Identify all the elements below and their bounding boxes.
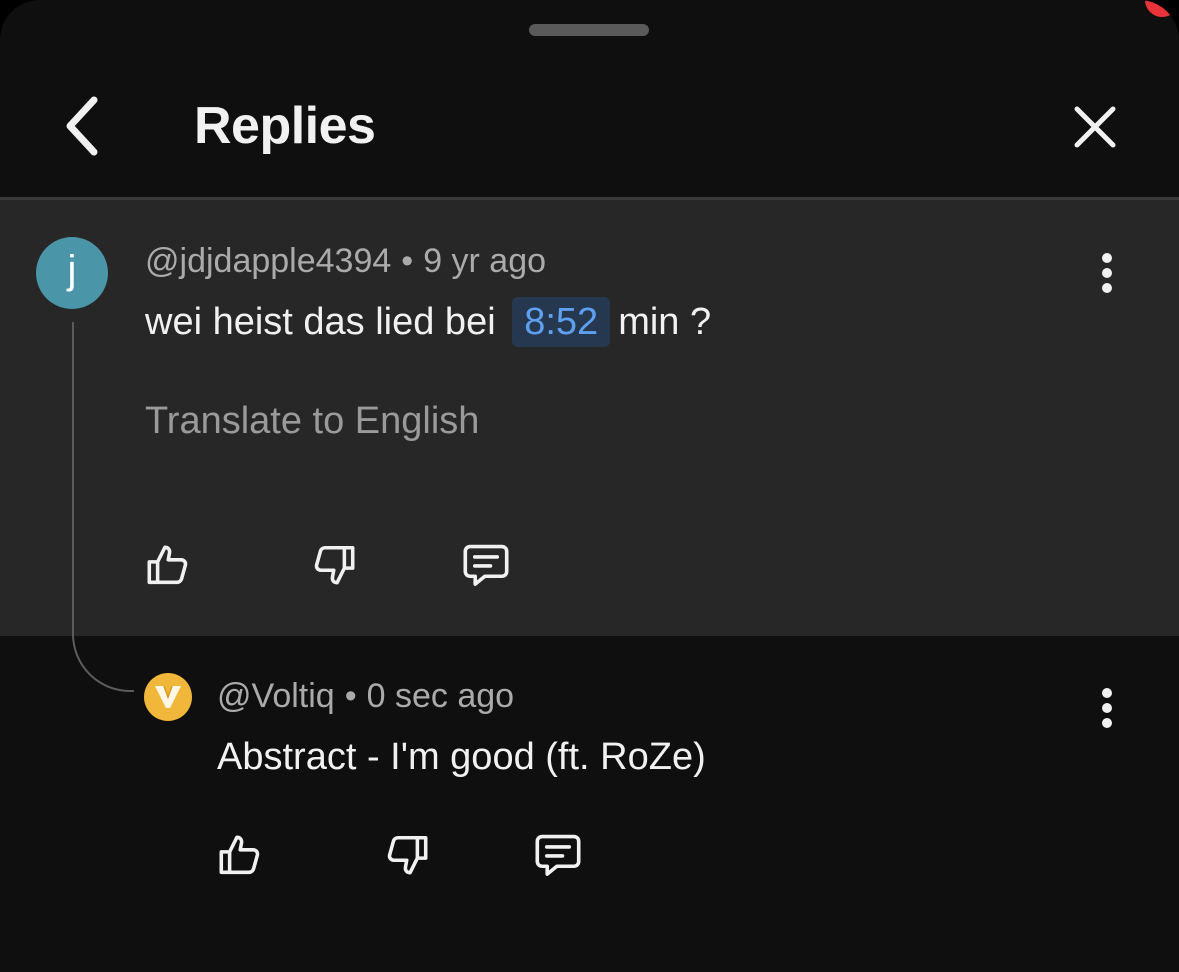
reply-author[interactable]: @Voltiq	[217, 677, 335, 715]
reply-reply-button[interactable]	[528, 825, 588, 885]
drag-handle[interactable]	[529, 24, 649, 36]
more-vertical-icon	[1102, 253, 1112, 293]
more-vertical-icon	[1102, 688, 1112, 728]
thumb-up-icon	[147, 545, 188, 585]
reply-dislike-button[interactable]	[378, 825, 438, 885]
comment-text-after: min ?	[618, 301, 712, 343]
parent-comment-text: wei heist das lied bei 8:52 min ?	[145, 297, 711, 347]
notification-dot	[1145, 0, 1179, 17]
thumb-down-icon	[314, 545, 355, 585]
comment-icon	[463, 544, 509, 586]
reply-meta: @Voltiq • 0 sec ago	[217, 674, 514, 718]
voltiq-logo-icon	[155, 685, 181, 708]
timestamp-link[interactable]: 8:52	[512, 297, 611, 347]
reply-more-button[interactable]	[1087, 678, 1127, 738]
reply-text: Abstract - I'm good (ft. RoZe)	[217, 736, 706, 778]
meta-separator: •	[401, 242, 414, 280]
close-button[interactable]	[1062, 94, 1128, 160]
comment-time: 9 yr ago	[423, 242, 547, 280]
parent-like-button[interactable]	[137, 535, 197, 595]
thumb-up-icon	[219, 835, 260, 875]
parent-dislike-button[interactable]	[305, 535, 365, 595]
close-icon	[1074, 106, 1116, 148]
parent-reply-button[interactable]	[456, 535, 516, 595]
reply-time: 0 sec ago	[366, 677, 515, 715]
replies-sheet: Replies j @jdjdapple4394 • 9 yr ago wei he…	[0, 0, 1179, 972]
reply-like-button[interactable]	[209, 825, 269, 885]
thumb-down-icon	[387, 835, 428, 875]
comment-author[interactable]: @jdjdapple4394	[145, 242, 391, 280]
avatar-letter: j	[67, 248, 77, 292]
comment-text-before: wei heist das lied bei	[145, 301, 496, 343]
meta-separator: •	[344, 677, 357, 715]
parent-more-button[interactable]	[1087, 243, 1127, 303]
chevron-left-icon	[66, 96, 98, 156]
parent-comment-meta: @jdjdapple4394 • 9 yr ago	[145, 239, 546, 283]
back-button[interactable]	[52, 90, 112, 162]
avatar[interactable]: j	[36, 237, 108, 309]
reply-avatar[interactable]	[144, 673, 192, 721]
page-title: Replies	[194, 97, 376, 155]
comment-icon	[535, 834, 581, 876]
thread-connector-line	[72, 322, 134, 692]
translate-button[interactable]: Translate to English	[145, 396, 479, 446]
